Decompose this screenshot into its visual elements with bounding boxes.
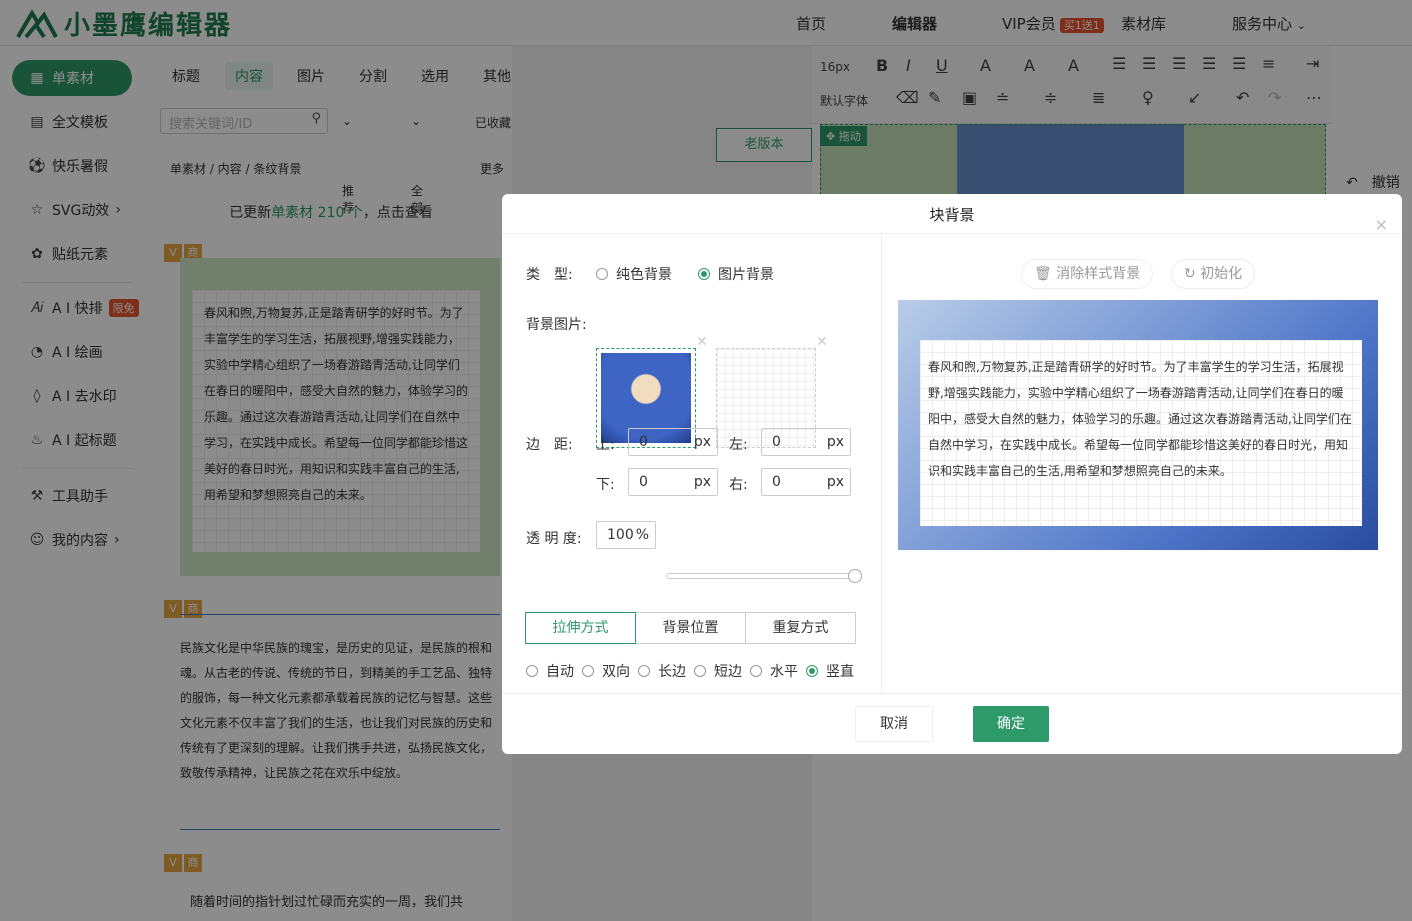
unit-label: px — [693, 434, 711, 450]
radio-label: 长边 — [658, 664, 686, 680]
unit-label: % — [635, 527, 649, 543]
radio-label: 竖直 — [826, 664, 854, 680]
radio-circle — [750, 665, 762, 677]
mode-tabs: 拉伸方式 背景位置 重复方式 — [525, 612, 856, 644]
opacity-label: 透 明 度: — [526, 531, 582, 547]
radio-label: 短边 — [714, 664, 742, 680]
clear-style-bg-button[interactable]: 🗑 消除样式背景 — [1021, 259, 1154, 289]
remove-image-icon[interactable]: ✕ — [816, 334, 828, 350]
bg-image-label: 背景图片: — [526, 317, 587, 333]
unit-label: px — [693, 474, 711, 490]
button-label: 消除样式背景 — [1056, 266, 1141, 282]
right-label: 右: — [729, 477, 748, 493]
bottom-label: 下: — [596, 477, 615, 493]
close-icon[interactable]: × — [1375, 204, 1388, 246]
tab-repeat[interactable]: 重复方式 — [745, 612, 856, 644]
input-value: 0 — [639, 434, 648, 450]
radio-label: 水平 — [770, 664, 798, 680]
unit-label: px — [826, 474, 844, 490]
preview-area: 春风和煦,万物复苏,正是踏青研学的好时节。为了丰富学生的学习生活，拓展视野,增强… — [898, 300, 1378, 550]
radio-circle — [596, 268, 608, 280]
init-button[interactable]: ↻ 初始化 — [1171, 259, 1256, 289]
left-label: 左: — [729, 437, 748, 453]
preview-text: 春风和煦,万物复苏,正是踏青研学的好时节。为了丰富学生的学习生活，拓展视野,增强… — [920, 340, 1362, 526]
radio-both[interactable]: 双向 — [582, 661, 630, 681]
block-background-dialog: 块背景 × 类 型: 纯色背景 图片背景 背景图片: ✕ ✕ 边 距: 上: 0 p… — [502, 194, 1402, 754]
input-value: 0 — [772, 434, 781, 450]
radio-circle — [694, 665, 706, 677]
settings-panel: 类 型: 纯色背景 图片背景 背景图片: ✕ ✕ 边 距: 上: 0 px 左: … — [502, 234, 882, 694]
radio-label: 双向 — [602, 664, 630, 680]
top-label: 上: — [596, 437, 615, 453]
radio-auto[interactable]: 自动 — [526, 661, 574, 681]
radio-circle — [806, 665, 818, 677]
input-value: 0 — [639, 474, 648, 490]
tab-position[interactable]: 背景位置 — [635, 612, 746, 644]
button-label: 初始化 — [1200, 266, 1243, 282]
radio-circle — [638, 665, 650, 677]
margin-top-input[interactable]: 0 px — [628, 428, 718, 456]
slider-knob[interactable] — [848, 569, 862, 583]
margin-right-input[interactable]: 0 px — [761, 468, 851, 496]
dialog-footer: 取消 确定 — [502, 693, 1402, 754]
opacity-input[interactable]: 100% — [596, 521, 656, 549]
input-value: 100 — [607, 527, 634, 543]
radio-circle — [526, 665, 538, 677]
margin-bottom-input[interactable]: 0 px — [628, 468, 718, 496]
radio-label: 图片背景 — [718, 267, 774, 283]
margin-left-input[interactable]: 0 px — [761, 428, 851, 456]
radio-label: 纯色背景 — [616, 267, 672, 283]
radio-label: 自动 — [546, 664, 574, 680]
type-label: 类 型: — [526, 267, 573, 283]
tab-stretch[interactable]: 拉伸方式 — [525, 612, 636, 644]
confirm-button[interactable]: 确定 — [973, 706, 1049, 742]
radio-image-bg[interactable]: 图片背景 — [698, 264, 774, 284]
remove-image-icon[interactable]: ✕ — [696, 334, 708, 350]
dialog-title: 块背景 — [929, 206, 975, 224]
radio-horizontal[interactable]: 水平 — [750, 661, 798, 681]
radio-short-side[interactable]: 短边 — [694, 661, 742, 681]
margin-label: 边 距: — [526, 437, 573, 453]
input-value: 0 — [772, 474, 781, 490]
radio-solid-bg[interactable]: 纯色背景 — [596, 264, 672, 284]
radio-vertical[interactable]: 竖直 — [806, 661, 854, 681]
radio-long-side[interactable]: 长边 — [638, 661, 686, 681]
radio-circle — [582, 665, 594, 677]
unit-label: px — [826, 434, 844, 450]
radio-circle — [698, 268, 710, 280]
opacity-slider[interactable] — [666, 569, 862, 583]
trash-icon: 🗑 — [1034, 266, 1052, 282]
refresh-icon: ↻ — [1184, 266, 1196, 282]
cancel-button[interactable]: 取消 — [855, 706, 933, 742]
